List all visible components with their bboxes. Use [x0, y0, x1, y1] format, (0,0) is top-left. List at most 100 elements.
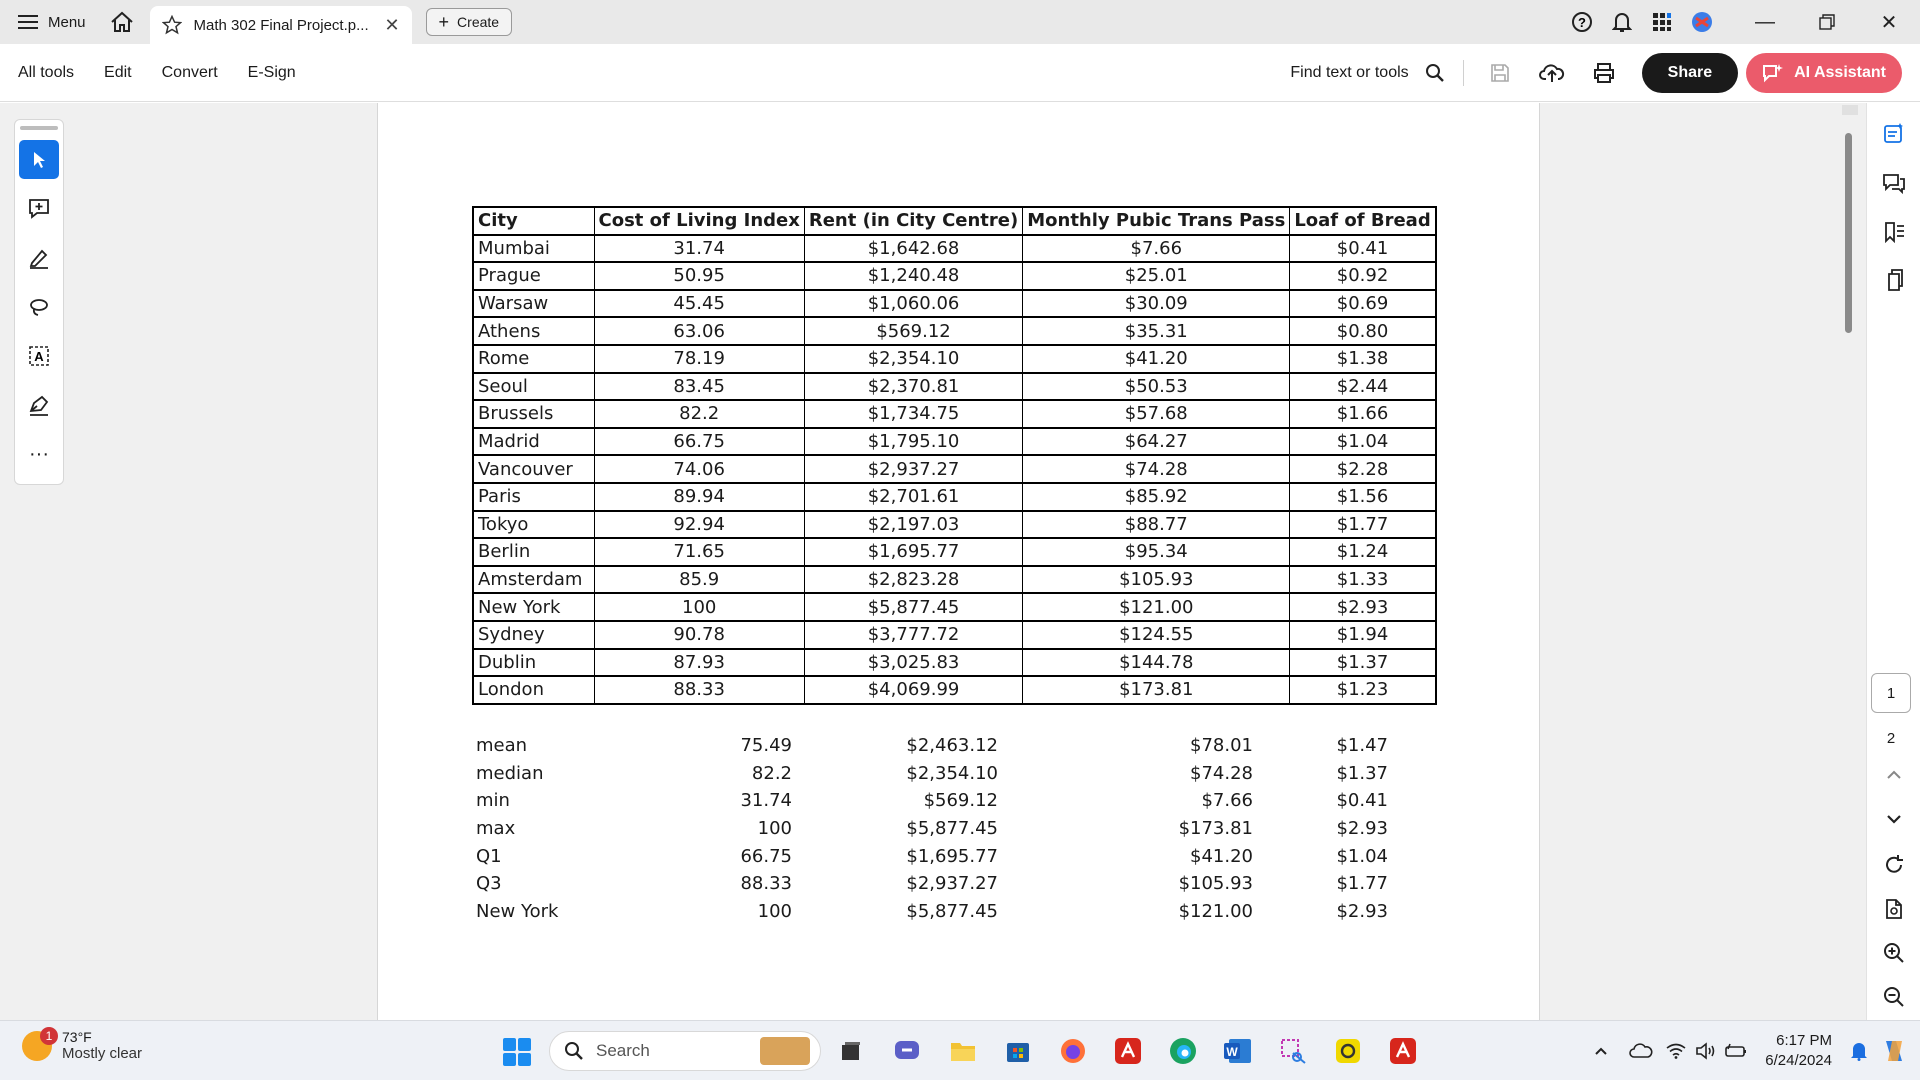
restore-button[interactable]: [1796, 0, 1858, 44]
search-icon: [565, 1042, 583, 1060]
text-box-tool[interactable]: A: [19, 337, 59, 376]
microsoft-store-icon[interactable]: [1000, 1033, 1036, 1069]
help-icon[interactable]: ?: [1562, 0, 1602, 44]
task-view-icon[interactable]: [833, 1033, 869, 1069]
page-settings-icon[interactable]: [1867, 889, 1920, 929]
cell-transit-pass: $57.68: [1022, 399, 1291, 429]
profile-avatar-icon[interactable]: [1682, 0, 1722, 44]
cell-bread: $0.92: [1289, 261, 1437, 291]
weather-temperature: 73°F: [62, 1029, 92, 1045]
rail-grip[interactable]: [20, 126, 58, 130]
menu-edit[interactable]: Edit: [86, 64, 132, 82]
more-tools-icon[interactable]: ···: [19, 435, 59, 474]
cell-bread: $0.80: [1289, 316, 1437, 346]
system-clock[interactable]: 6:17 PM 6/24/2024: [1765, 1031, 1832, 1071]
generative-summary-icon[interactable]: [1867, 113, 1920, 153]
chevron-up-icon[interactable]: [1581, 1029, 1621, 1073]
zoom-out-icon[interactable]: [1867, 977, 1920, 1017]
table-row: Athens 63.06 $569.12 $35.31 $0.80: [472, 316, 1437, 346]
stats-row: max 100 $5,877.45 $173.81 $2.93: [476, 815, 1388, 843]
ai-assistant-label: AI Assistant: [1794, 63, 1886, 81]
highlight-tool[interactable]: [19, 238, 59, 277]
cell-bread: $1.66: [1289, 399, 1437, 429]
menu-button[interactable]: Menu: [0, 0, 102, 44]
page-down-icon[interactable]: [1867, 799, 1920, 839]
page-up-icon[interactable]: [1867, 755, 1920, 795]
comments-panel-icon[interactable]: [1867, 164, 1920, 204]
refresh-icon[interactable]: [1867, 845, 1920, 885]
stat-cost-of-living: 75.49: [740, 735, 792, 757]
bookmarks-icon[interactable]: [1867, 212, 1920, 252]
find-text-button[interactable]: Find text or tools: [1290, 64, 1408, 82]
file-explorer-icon[interactable]: [945, 1033, 981, 1069]
table-row: Madrid 66.75 $1,795.10 $64.27 $1.04: [472, 427, 1437, 456]
ai-assistant-button[interactable]: AI Assistant: [1746, 52, 1902, 93]
cell-bread: $1.94: [1289, 620, 1437, 649]
edge-icon[interactable]: [1165, 1033, 1201, 1069]
apps-grid-icon[interactable]: [1642, 0, 1682, 44]
menu-e-sign[interactable]: E-Sign: [230, 64, 296, 82]
copilot-icon[interactable]: [1874, 1029, 1914, 1073]
pages-copy-icon[interactable]: [1867, 260, 1920, 300]
print-icon[interactable]: [1582, 51, 1626, 95]
menu-convert[interactable]: Convert: [144, 64, 218, 82]
cell-bread: $1.04: [1289, 427, 1437, 456]
firefox-icon[interactable]: [1055, 1033, 1091, 1069]
next-page-number[interactable]: 2: [1871, 723, 1911, 753]
select-tool[interactable]: [19, 139, 59, 180]
close-tab-icon[interactable]: ✕: [384, 15, 399, 36]
stat-cost-of-living: 88.33: [740, 873, 792, 895]
notification-bell-icon[interactable]: [1844, 1029, 1874, 1073]
cell-bread: $1.33: [1289, 565, 1437, 594]
onedrive-cloud-icon[interactable]: [1621, 1029, 1661, 1073]
add-comment-tool[interactable]: [19, 189, 59, 228]
cell-cost-of-living: 74.06: [593, 454, 805, 484]
taskbar-search[interactable]: Search: [549, 1031, 821, 1071]
draw-tool[interactable]: [19, 287, 59, 326]
zoom-in-icon[interactable]: [1867, 933, 1920, 973]
pen-highlight-icon: [29, 249, 48, 269]
create-button[interactable]: + Create: [425, 8, 513, 36]
word-icon[interactable]: W: [1220, 1033, 1256, 1069]
close-window-button[interactable]: ✕: [1858, 0, 1920, 44]
weather-widget[interactable]: 1 73°F Mostly clear: [22, 1026, 142, 1062]
search-placeholder: Search: [596, 1041, 650, 1060]
menu-all-tools[interactable]: All tools: [0, 64, 74, 82]
minimize-button[interactable]: —: [1734, 0, 1796, 44]
table-row: Tokyo 92.94 $2,197.03 $88.77 $1.77: [472, 510, 1437, 539]
svg-text:?: ?: [1578, 15, 1586, 30]
battery-icon[interactable]: [1721, 1029, 1751, 1073]
star-icon[interactable]: [161, 15, 182, 35]
acrobat-icon[interactable]: [1110, 1033, 1146, 1069]
document-workspace: A ··· City Cost of Living Index Rent (in…: [0, 103, 1920, 1020]
start-button[interactable]: [503, 1038, 531, 1066]
sign-tool[interactable]: [19, 386, 59, 425]
snipping-tool-icon[interactable]: [1275, 1033, 1311, 1069]
teams-chat-icon[interactable]: [889, 1033, 925, 1069]
volume-icon[interactable]: [1691, 1029, 1721, 1073]
wifi-icon[interactable]: [1661, 1029, 1691, 1073]
scroll-thumb[interactable]: [1845, 133, 1852, 333]
settings-gear-icon[interactable]: [1330, 1033, 1366, 1069]
cell-transit-pass: $30.09: [1022, 289, 1291, 318]
document-tab[interactable]: Math 302 Final Project.p... ✕: [149, 6, 412, 44]
cell-rent: $2,701.61: [803, 482, 1024, 512]
svg-text:A: A: [34, 349, 44, 364]
share-button[interactable]: Share: [1641, 52, 1739, 93]
stat-transit-pass: $173.81: [1178, 818, 1253, 840]
table-row: Mumbai 31.74 $1,642.68 $7.66 $0.41: [472, 234, 1437, 263]
pdf-page: City Cost of Living Index Rent (in City …: [377, 103, 1540, 1020]
cell-city: Rome: [472, 344, 595, 374]
search-icon[interactable]: [1421, 51, 1449, 95]
stats-row: min 31.74 $569.12 $7.66 $0.41: [476, 787, 1388, 815]
current-page-indicator[interactable]: 1: [1871, 673, 1911, 713]
scroll-up-arrow[interactable]: [1842, 105, 1858, 115]
cell-transit-pass: $124.55: [1022, 620, 1291, 649]
bell-icon[interactable]: [1602, 0, 1642, 44]
stat-rent: $2,937.27: [906, 873, 998, 895]
cloud-upload-icon[interactable]: [1530, 51, 1574, 95]
save-icon[interactable]: [1478, 51, 1522, 95]
home-button[interactable]: [102, 0, 142, 44]
acrobat-active-icon[interactable]: [1385, 1033, 1421, 1069]
cost-of-living-table: City Cost of Living Index Rent (in City …: [472, 206, 1437, 705]
